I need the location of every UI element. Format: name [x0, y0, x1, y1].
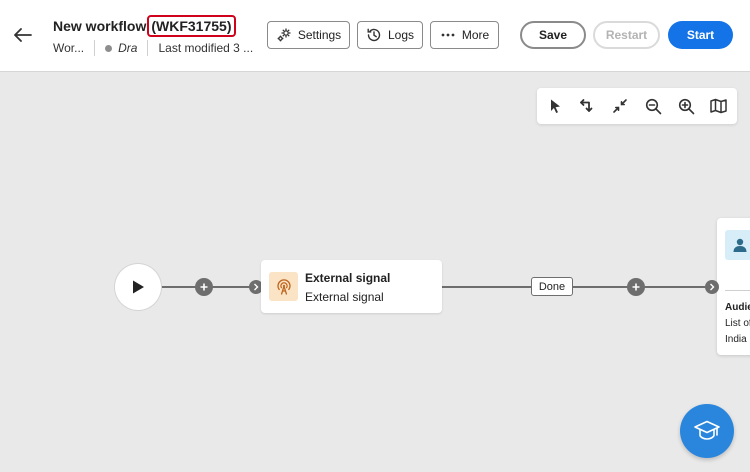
workflow-header: New workflow (WKF31755) Wor... Dra Last m…	[0, 0, 750, 72]
graduation-cap-icon	[694, 420, 720, 440]
more-dots-icon	[441, 33, 455, 37]
map-icon	[709, 98, 727, 114]
transition-label: Done	[531, 277, 573, 296]
back-button[interactable]	[10, 22, 36, 48]
connector-line	[442, 286, 717, 288]
map-button[interactable]	[706, 94, 730, 118]
status-dot-icon	[105, 44, 113, 52]
add-activity-button[interactable]	[195, 278, 213, 296]
start-node[interactable]	[115, 264, 161, 310]
divider	[725, 290, 750, 291]
page-title: New workflow (WKF31755)	[53, 15, 236, 37]
canvas-toolbar	[537, 88, 737, 124]
learning-help-button[interactable]	[680, 404, 734, 458]
play-icon	[133, 280, 144, 294]
breadcrumb[interactable]: Wor...	[53, 41, 84, 55]
divider	[94, 40, 96, 56]
save-button[interactable]: Save	[520, 21, 586, 49]
external-signal-activity[interactable]: External signal External signal	[261, 260, 442, 313]
more-button[interactable]: More	[430, 21, 499, 49]
zoom-in-icon	[678, 98, 694, 114]
activity-title: External signal	[305, 271, 391, 285]
audience-title: Audie	[725, 302, 750, 313]
select-tool-button[interactable]	[543, 94, 567, 118]
audience-detail: India (	[725, 334, 750, 345]
more-label: More	[461, 28, 490, 42]
history-icon	[367, 28, 381, 42]
zoom-out-icon	[645, 98, 661, 114]
gear-icon	[277, 28, 291, 42]
settings-label: Settings	[297, 28, 342, 42]
signal-icon	[276, 278, 291, 295]
logs-label: Logs	[387, 28, 415, 42]
reroute-tool-button[interactable]	[575, 94, 599, 118]
select-icon	[551, 99, 560, 113]
restart-button[interactable]: Restart	[593, 21, 660, 49]
input-port	[705, 280, 719, 294]
status-badge: Dra	[118, 41, 138, 55]
chevron-right-icon	[254, 283, 259, 291]
audience-activity[interactable]: Audie List of India (	[717, 218, 750, 355]
fit-icon	[613, 99, 627, 113]
chevron-right-icon	[710, 283, 715, 291]
plus-icon	[632, 283, 640, 291]
audience-description: List of	[725, 318, 750, 329]
signal-icon-wrapper	[269, 272, 298, 301]
arrow-left-icon	[14, 28, 32, 42]
divider	[147, 40, 149, 56]
audience-icon	[733, 238, 747, 252]
zoom-in-button[interactable]	[674, 94, 698, 118]
audience-icon-wrapper	[725, 230, 750, 260]
logs-button[interactable]: Logs	[357, 21, 423, 49]
add-activity-button[interactable]	[627, 278, 645, 296]
fit-tool-button[interactable]	[608, 94, 632, 118]
workflow-name: New workflow	[53, 18, 147, 34]
reroute-icon	[580, 99, 593, 112]
settings-button[interactable]: Settings	[267, 21, 350, 49]
zoom-out-button[interactable]	[641, 94, 665, 118]
last-modified-text: Last modified 3 ...	[158, 41, 254, 55]
workflow-meta: Wor... Dra Last modified 3 ...	[53, 40, 253, 56]
start-button[interactable]: Start	[668, 21, 733, 49]
activity-subtitle: External signal	[305, 290, 384, 304]
plus-icon	[200, 283, 208, 291]
workflow-id: (WKF31755)	[147, 15, 236, 37]
